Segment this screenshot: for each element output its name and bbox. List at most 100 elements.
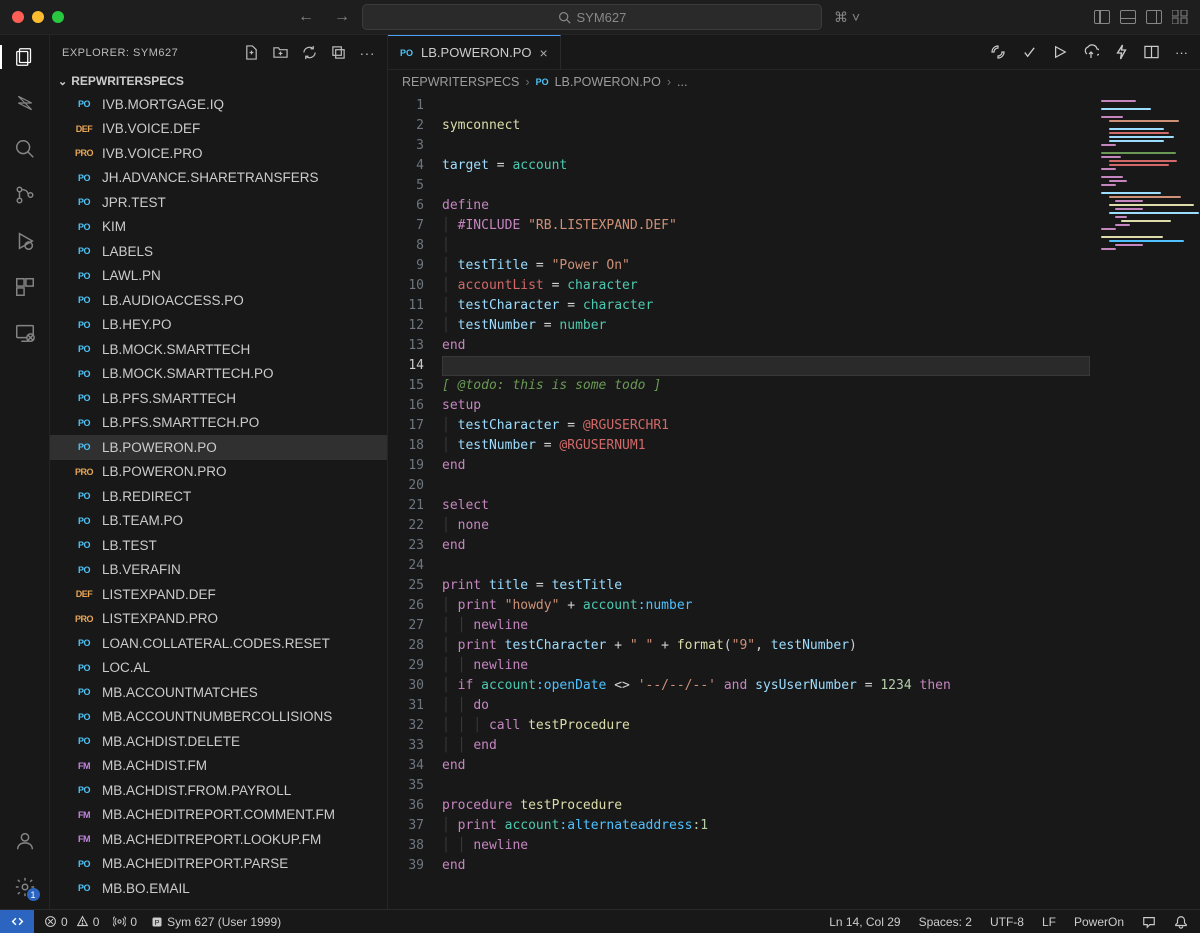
file-name: LB.POWERON.PRO — [102, 464, 227, 479]
cursor-position-status[interactable]: Ln 14, Col 29 — [829, 915, 900, 929]
file-item[interactable]: POMB.ACHDIST.FROM.PAYROLL — [50, 778, 387, 803]
file-item[interactable]: POJH.ADVANCE.SHARETRANSFERS — [50, 166, 387, 191]
command-center-search[interactable]: SYM627 — [362, 4, 822, 30]
file-item[interactable]: POLB.VERAFIN — [50, 558, 387, 583]
ports-status[interactable]: 0 — [113, 915, 137, 929]
window-close-button[interactable] — [12, 11, 24, 23]
validate-icon[interactable] — [1022, 45, 1037, 60]
file-name: IVB.MORTGAGE.IQ — [102, 97, 224, 112]
file-item[interactable]: POLB.PFS.SMARTTECH.PO — [50, 411, 387, 436]
file-item[interactable]: POLB.AUDIOACCESS.PO — [50, 288, 387, 313]
nav-back-icon[interactable]: ← — [298, 8, 314, 26]
file-item[interactable]: POKIM — [50, 215, 387, 240]
notifications-icon[interactable] — [1174, 915, 1188, 929]
code-content[interactable]: symconnect target = account define │ #IN… — [442, 94, 1095, 909]
window-minimize-button[interactable] — [32, 11, 44, 23]
breadcrumb-more[interactable]: ... — [677, 75, 687, 89]
file-item[interactable]: POLB.TEAM.PO — [50, 509, 387, 534]
toggle-secondary-sidebar-icon[interactable] — [1146, 10, 1162, 24]
file-name: LB.PFS.SMARTTECH.PO — [102, 415, 259, 430]
sym-status[interactable]: P Sym 627 (User 1999) — [151, 915, 281, 929]
file-item[interactable]: POMB.ACHDIST.DELETE — [50, 729, 387, 754]
file-item[interactable]: DEFLISTEXPAND.DEF — [50, 582, 387, 607]
copilot-icon[interactable]: ⌘ ˅ — [834, 9, 860, 26]
file-item[interactable]: POMB.BO.EMAIL — [50, 876, 387, 901]
editor-body[interactable]: 1234567891011121314151617181920212223242… — [388, 94, 1200, 909]
file-name: LB.MOCK.SMARTTECH.PO — [102, 366, 274, 381]
sync-icon[interactable] — [990, 44, 1006, 60]
file-name: IVB.VOICE.DEF — [102, 121, 200, 136]
explorer-activity-icon[interactable] — [13, 45, 37, 69]
accounts-activity-icon[interactable] — [13, 829, 37, 853]
file-item[interactable]: POLB.HEY.PO — [50, 313, 387, 338]
refresh-icon[interactable] — [302, 45, 317, 61]
file-item[interactable]: POLB.REDIRECT — [50, 484, 387, 509]
file-type-badge: PO — [74, 369, 94, 379]
file-item[interactable]: POIVB.MORTGAGE.IQ — [50, 92, 387, 117]
file-item[interactable]: POLOAN.COLLATERAL.CODES.RESET — [50, 631, 387, 656]
new-file-icon[interactable] — [244, 45, 259, 61]
indentation-status[interactable]: Spaces: 2 — [919, 915, 972, 929]
run-icon[interactable] — [1053, 45, 1067, 59]
file-item[interactable]: POLB.POWERON.PO — [50, 435, 387, 460]
window-maximize-button[interactable] — [52, 11, 64, 23]
file-name: LB.TEAM.PO — [102, 513, 183, 528]
upload-icon[interactable] — [1083, 44, 1099, 60]
snippets-activity-icon[interactable] — [13, 91, 37, 115]
file-item[interactable]: POLB.TEST — [50, 533, 387, 558]
feedback-icon[interactable] — [1142, 915, 1156, 929]
minimap[interactable] — [1095, 94, 1200, 909]
run-debug-activity-icon[interactable] — [13, 229, 37, 253]
customize-layout-icon[interactable] — [1172, 10, 1188, 24]
file-item[interactable]: POLOC.AL — [50, 656, 387, 681]
folder-section-header[interactable]: ⌄ REPWRITERSPECS — [50, 70, 387, 92]
file-item[interactable]: FMMB.ACHEDITREPORT.COMMENT.FM — [50, 803, 387, 828]
file-item[interactable]: POMB.ACHEDITREPORT.PARSE — [50, 852, 387, 877]
file-item[interactable]: DEF IVB.VOICE.DEF — [50, 117, 387, 142]
file-item[interactable]: POMB.ACCOUNTNUMBERCOLLISIONS — [50, 705, 387, 730]
file-item[interactable]: FMMB.ACHDIST.FM — [50, 754, 387, 779]
breadcrumb[interactable]: REPWRITERSPECS › PO LB.POWERON.PO › ... — [388, 70, 1200, 94]
collapse-all-icon[interactable] — [331, 45, 346, 61]
file-item[interactable]: POLB.MOCK.SMARTTECH — [50, 337, 387, 362]
file-item[interactable]: POLB.PFS.SMARTTECH — [50, 386, 387, 411]
file-item[interactable]: PROLB.POWERON.PRO — [50, 460, 387, 485]
new-folder-icon[interactable] — [273, 45, 288, 61]
file-item[interactable]: POMB.ACCOUNTMATCHES — [50, 680, 387, 705]
more-editor-actions-icon[interactable]: ··· — [1175, 45, 1188, 60]
file-item[interactable]: PROIVB.VOICE.PRO — [50, 141, 387, 166]
file-type-badge: PO — [74, 491, 94, 501]
file-list[interactable]: POIVB.MORTGAGE.IQDEFIVB.VOICE.DEFPROIVB.… — [50, 92, 387, 909]
remote-indicator[interactable] — [0, 910, 34, 933]
editor-tab[interactable]: PO LB.POWERON.PO × — [388, 35, 561, 69]
tab-close-icon[interactable]: × — [540, 45, 548, 61]
lightning-icon[interactable] — [1115, 44, 1128, 60]
file-name: MB.ACHDIST.DELETE — [102, 734, 240, 749]
toggle-primary-sidebar-icon[interactable] — [1094, 10, 1110, 24]
file-type-badge: DEF — [74, 124, 94, 134]
breadcrumb-folder[interactable]: REPWRITERSPECS — [402, 75, 519, 89]
split-editor-icon[interactable] — [1144, 45, 1159, 59]
settings-activity-icon[interactable]: 1 — [13, 875, 37, 899]
file-item[interactable]: POJPR.TEST — [50, 190, 387, 215]
remote-explorer-activity-icon[interactable] — [13, 321, 37, 345]
eol-status[interactable]: LF — [1042, 915, 1056, 929]
file-item[interactable]: FMMB.ACHEDITREPORT.LOOKUP.FM — [50, 827, 387, 852]
encoding-status[interactable]: UTF-8 — [990, 915, 1024, 929]
source-control-activity-icon[interactable] — [13, 183, 37, 207]
toggle-panel-icon[interactable] — [1120, 10, 1136, 24]
breadcrumb-file[interactable]: LB.POWERON.PO — [555, 75, 661, 89]
problems-status[interactable]: 0 0 — [44, 915, 99, 929]
file-type-badge: FM — [74, 834, 94, 844]
file-item[interactable]: POLABELS — [50, 239, 387, 264]
file-item[interactable]: POLAWL.PN — [50, 264, 387, 289]
extensions-activity-icon[interactable] — [13, 275, 37, 299]
more-actions-icon[interactable]: ··· — [360, 45, 376, 61]
search-activity-icon[interactable] — [13, 137, 37, 161]
file-item[interactable]: PO LB.MOCK.SMARTTECH.PO — [50, 362, 387, 387]
file-name: LB.MOCK.SMARTTECH — [102, 342, 250, 357]
language-mode-status[interactable]: PowerOn — [1074, 915, 1124, 929]
file-item[interactable]: PROLISTEXPAND.PRO — [50, 607, 387, 632]
nav-forward-icon[interactable]: → — [334, 8, 350, 26]
file-name: MB.ACCOUNTNUMBERCOLLISIONS — [102, 709, 332, 724]
